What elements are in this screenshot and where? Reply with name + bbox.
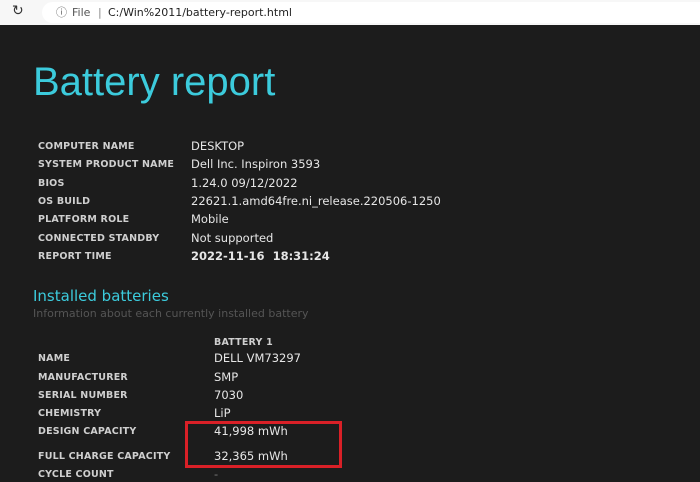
- value-bios: 1.24.0 09/12/2022: [191, 176, 298, 190]
- value-manufacturer: SMP: [214, 370, 239, 384]
- label-bios: BIOS: [38, 178, 65, 189]
- label-design-capacity: DESIGN CAPACITY: [38, 426, 137, 437]
- label-cycle-count: CYCLE COUNT: [38, 469, 114, 480]
- installed-batteries-heading: Installed batteries: [33, 287, 169, 305]
- browser-toolbar: ↻ ⓘ File | C:/Win%2011/battery-report.ht…: [0, 0, 700, 25]
- label-system-product-name: SYSTEM PRODUCT NAME: [38, 159, 175, 170]
- file-label: File: [72, 6, 91, 19]
- label-manufacturer: MANUFACTURER: [38, 372, 128, 383]
- label-serial-number: SERIAL NUMBER: [38, 390, 128, 401]
- value-connected-standby: Not supported: [191, 231, 274, 245]
- installed-batteries-subtitle: Information about each currently install…: [33, 307, 309, 320]
- battery-column-header: BATTERY 1: [214, 337, 273, 348]
- value-report-time: 2022-11-16 18:31:24: [191, 249, 330, 263]
- value-computer-name: DESKTOP: [191, 139, 245, 153]
- reload-icon[interactable]: ↻: [12, 3, 24, 19]
- label-connected-standby: CONNECTED STANDBY: [38, 233, 160, 244]
- separator: |: [98, 6, 102, 19]
- label-os-build: OS BUILD: [38, 196, 91, 207]
- info-icon[interactable]: ⓘ: [56, 2, 67, 23]
- value-serial-number: 7030: [214, 388, 244, 402]
- label-name: NAME: [38, 353, 71, 364]
- label-platform-role: PLATFORM ROLE: [38, 214, 130, 225]
- highlight-annotation-box: [185, 421, 342, 468]
- page-title: Battery report: [33, 60, 276, 104]
- value-cycle-count: -: [214, 467, 219, 481]
- value-chemistry: LiP: [214, 406, 231, 420]
- url-text[interactable]: C:/Win%2011/battery-report.html: [108, 2, 292, 23]
- value-name: DELL VM73297: [214, 351, 301, 365]
- value-platform-role: Mobile: [191, 212, 229, 226]
- value-system-product-name: Dell Inc. Inspiron 3593: [191, 157, 321, 171]
- label-full-charge-capacity: FULL CHARGE CAPACITY: [38, 451, 171, 462]
- label-computer-name: COMPUTER NAME: [38, 141, 135, 152]
- label-report-time: REPORT TIME: [38, 251, 112, 262]
- address-bar[interactable]: ⓘ File | C:/Win%2011/battery-report.html: [42, 2, 700, 23]
- label-chemistry: CHEMISTRY: [38, 408, 102, 419]
- value-os-build: 22621.1.amd64fre.ni_release.220506-1250: [191, 194, 441, 208]
